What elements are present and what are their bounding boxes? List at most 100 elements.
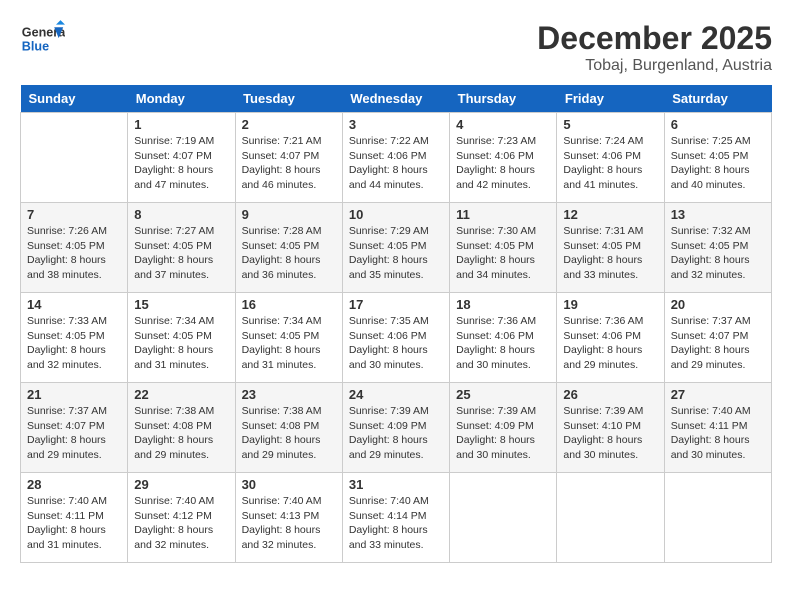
day-cell: 1Sunrise: 7:19 AMSunset: 4:07 PMDaylight… [128, 113, 235, 203]
day-detail: Sunrise: 7:37 AMSunset: 4:07 PMDaylight:… [671, 314, 765, 373]
day-cell: 6Sunrise: 7:25 AMSunset: 4:05 PMDaylight… [664, 113, 771, 203]
day-number: 5 [563, 117, 657, 132]
day-number: 19 [563, 297, 657, 312]
day-cell: 15 Sunrise: 7:34 AMSunset: 4:05 PMDayligh… [128, 293, 235, 383]
day-number: 14 [27, 297, 121, 312]
day-number: 18 [456, 297, 550, 312]
day-number: 2 [242, 117, 336, 132]
day-number: 30 [242, 477, 336, 492]
weekday-header-sunday: Sunday [21, 85, 128, 113]
day-cell: 21 Sunrise: 7:37 AMSunset: 4:07 PMDayligh… [21, 383, 128, 473]
day-cell: 10 Sunrise: 7:29 AMSunset: 4:05 PMDayligh… [342, 203, 449, 293]
day-number: 23 [242, 387, 336, 402]
day-detail: Sunrise: 7:32 AMSunset: 4:05 PMDaylight:… [671, 224, 765, 283]
weekday-header-friday: Friday [557, 85, 664, 113]
day-detail: Sunrise: 7:37 AMSunset: 4:07 PMDaylight:… [27, 404, 121, 463]
day-cell [21, 113, 128, 203]
day-cell: 8 Sunrise: 7:27 AMSunset: 4:05 PMDaylight… [128, 203, 235, 293]
day-cell: 18 Sunrise: 7:36 AMSunset: 4:06 PMDayligh… [450, 293, 557, 383]
day-cell [664, 473, 771, 563]
week-row-4: 21 Sunrise: 7:37 AMSunset: 4:07 PMDayligh… [21, 383, 772, 473]
day-detail: Sunrise: 7:40 AMSunset: 4:13 PMDaylight:… [242, 494, 336, 553]
day-number: 15 [134, 297, 228, 312]
day-number: 21 [27, 387, 121, 402]
day-cell [450, 473, 557, 563]
day-cell: 26 Sunrise: 7:39 AMSunset: 4:10 PMDayligh… [557, 383, 664, 473]
day-number: 3 [349, 117, 443, 132]
day-detail: Sunrise: 7:21 AMSunset: 4:07 PMDaylight:… [242, 134, 336, 193]
calendar-table: SundayMondayTuesdayWednesdayThursdayFrid… [20, 85, 772, 563]
day-detail: Sunrise: 7:28 AMSunset: 4:05 PMDaylight:… [242, 224, 336, 283]
day-cell: 20 Sunrise: 7:37 AMSunset: 4:07 PMDayligh… [664, 293, 771, 383]
day-cell: 9Sunrise: 7:28 AMSunset: 4:05 PMDaylight… [235, 203, 342, 293]
weekday-header-monday: Monday [128, 85, 235, 113]
logo-icon: General Blue [20, 20, 65, 58]
title-block: December 2025 Tobaj, Burgenland, Austria [537, 20, 772, 75]
day-detail: Sunrise: 7:35 AMSunset: 4:06 PMDaylight:… [349, 314, 443, 373]
day-number: 26 [563, 387, 657, 402]
day-number: 4 [456, 117, 550, 132]
day-number: 12 [563, 207, 657, 222]
day-detail: Sunrise: 7:34 AMSunset: 4:05 PMDaylight:… [242, 314, 336, 373]
day-number: 20 [671, 297, 765, 312]
day-cell: 16 Sunrise: 7:34 AMSunset: 4:05 PMDayligh… [235, 293, 342, 383]
day-detail: Sunrise: 7:33 AMSunset: 4:05 PMDaylight:… [27, 314, 121, 373]
day-cell: 2 Sunrise: 7:21 AMSunset: 4:07 PMDaylight… [235, 113, 342, 203]
day-detail: Sunrise: 7:26 AMSunset: 4:05 PMDaylight:… [27, 224, 121, 283]
week-row-1: 1Sunrise: 7:19 AMSunset: 4:07 PMDaylight… [21, 113, 772, 203]
day-detail: Sunrise: 7:31 AMSunset: 4:05 PMDaylight:… [563, 224, 657, 283]
day-number: 17 [349, 297, 443, 312]
day-detail: Sunrise: 7:40 AMSunset: 4:11 PMDaylight:… [671, 404, 765, 463]
day-number: 8 [134, 207, 228, 222]
logo: General Blue [20, 20, 65, 58]
week-row-2: 7 Sunrise: 7:26 AMSunset: 4:05 PMDaylight… [21, 203, 772, 293]
day-cell: 27 Sunrise: 7:40 AMSunset: 4:11 PMDayligh… [664, 383, 771, 473]
day-cell: 23Sunrise: 7:38 AMSunset: 4:08 PMDayligh… [235, 383, 342, 473]
week-row-3: 14 Sunrise: 7:33 AMSunset: 4:05 PMDayligh… [21, 293, 772, 383]
day-detail: Sunrise: 7:36 AMSunset: 4:06 PMDaylight:… [456, 314, 550, 373]
day-number: 22 [134, 387, 228, 402]
day-detail: Sunrise: 7:24 AMSunset: 4:06 PMDaylight:… [563, 134, 657, 193]
day-detail: Sunrise: 7:30 AMSunset: 4:05 PMDaylight:… [456, 224, 550, 283]
day-detail: Sunrise: 7:39 AMSunset: 4:09 PMDaylight:… [456, 404, 550, 463]
day-detail: Sunrise: 7:40 AMSunset: 4:11 PMDaylight:… [27, 494, 121, 553]
weekday-header-wednesday: Wednesday [342, 85, 449, 113]
day-detail: Sunrise: 7:39 AMSunset: 4:10 PMDaylight:… [563, 404, 657, 463]
day-detail: Sunrise: 7:22 AMSunset: 4:06 PMDaylight:… [349, 134, 443, 193]
day-cell: 22Sunrise: 7:38 AMSunset: 4:08 PMDayligh… [128, 383, 235, 473]
day-number: 24 [349, 387, 443, 402]
weekday-header-tuesday: Tuesday [235, 85, 342, 113]
day-number: 13 [671, 207, 765, 222]
day-cell: 31 Sunrise: 7:40 AMSunset: 4:14 PMDayligh… [342, 473, 449, 563]
day-detail: Sunrise: 7:29 AMSunset: 4:05 PMDaylight:… [349, 224, 443, 283]
day-number: 29 [134, 477, 228, 492]
location-subtitle: Tobaj, Burgenland, Austria [537, 57, 772, 75]
day-cell: 25 Sunrise: 7:39 AMSunset: 4:09 PMDayligh… [450, 383, 557, 473]
day-number: 28 [27, 477, 121, 492]
day-number: 25 [456, 387, 550, 402]
day-detail: Sunrise: 7:34 AMSunset: 4:05 PMDaylight:… [134, 314, 228, 373]
day-number: 31 [349, 477, 443, 492]
weekday-header-row: SundayMondayTuesdayWednesdayThursdayFrid… [21, 85, 772, 113]
day-cell: 24Sunrise: 7:39 AMSunset: 4:09 PMDayligh… [342, 383, 449, 473]
day-number: 7 [27, 207, 121, 222]
day-cell: 17 Sunrise: 7:35 AMSunset: 4:06 PMDayligh… [342, 293, 449, 383]
day-cell: 7 Sunrise: 7:26 AMSunset: 4:05 PMDaylight… [21, 203, 128, 293]
day-number: 10 [349, 207, 443, 222]
day-detail: Sunrise: 7:40 AMSunset: 4:14 PMDaylight:… [349, 494, 443, 553]
day-detail: Sunrise: 7:27 AMSunset: 4:05 PMDaylight:… [134, 224, 228, 283]
day-cell: 5 Sunrise: 7:24 AMSunset: 4:06 PMDaylight… [557, 113, 664, 203]
day-cell: 29Sunrise: 7:40 AMSunset: 4:12 PMDayligh… [128, 473, 235, 563]
day-number: 6 [671, 117, 765, 132]
day-number: 16 [242, 297, 336, 312]
page-header: General Blue December 2025 Tobaj, Burgen… [20, 20, 772, 75]
weekday-header-saturday: Saturday [664, 85, 771, 113]
day-cell [557, 473, 664, 563]
svg-text:Blue: Blue [22, 40, 49, 54]
day-detail: Sunrise: 7:23 AMSunset: 4:06 PMDaylight:… [456, 134, 550, 193]
day-cell: 13 Sunrise: 7:32 AMSunset: 4:05 PMDayligh… [664, 203, 771, 293]
month-year-title: December 2025 [537, 20, 772, 57]
day-cell: 12 Sunrise: 7:31 AMSunset: 4:05 PMDayligh… [557, 203, 664, 293]
day-number: 27 [671, 387, 765, 402]
day-cell: 28 Sunrise: 7:40 AMSunset: 4:11 PMDayligh… [21, 473, 128, 563]
